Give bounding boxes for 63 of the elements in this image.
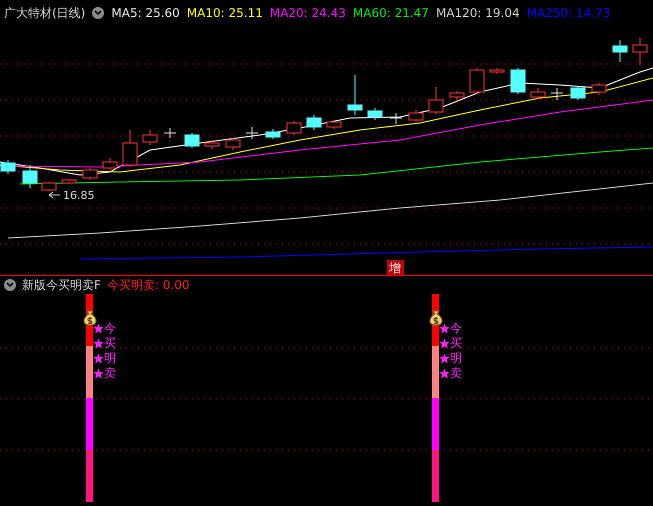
- candlestick: [612, 40, 628, 62]
- candlestick: [348, 74, 362, 116]
- moving-average-value: MA10: 25.11: [186, 6, 263, 20]
- candlestick: [570, 86, 586, 100]
- candlestick: [226, 138, 240, 150]
- candlestick: [368, 108, 382, 120]
- candlestick: [0, 160, 16, 174]
- candlestick: [102, 158, 118, 170]
- candlestick: [22, 164, 38, 188]
- candlestick: [326, 120, 342, 130]
- signal-label: 买: [450, 336, 462, 351]
- signal-label: 今: [104, 321, 116, 336]
- moving-average-value: MA20: 24.43: [270, 6, 346, 20]
- indicator-value: 今买明卖: 0.00: [106, 276, 190, 294]
- low-price-label: 16.85: [63, 189, 94, 202]
- dropdown-icon[interactable]: [92, 7, 104, 19]
- moving-average-value: MA5: 25.60: [111, 6, 180, 20]
- moving-average-value: MA120: 19.04: [436, 6, 520, 20]
- candlestick: [82, 168, 98, 180]
- candlestick: [510, 68, 526, 94]
- candlestick: [286, 120, 302, 136]
- money-bag-icon: [83, 310, 97, 326]
- star-icon: [439, 368, 450, 379]
- stock-title: 广大特材(日线): [4, 4, 86, 22]
- candlestick: [164, 128, 176, 138]
- signal-label: 明: [104, 351, 116, 366]
- star-icon: [93, 323, 104, 334]
- candlestick: [246, 126, 258, 140]
- dropdown-icon[interactable]: [4, 279, 16, 291]
- candlestick: [450, 90, 464, 100]
- candlestick: [184, 132, 200, 148]
- marker-badge: 增: [387, 260, 404, 275]
- candlestick: [470, 68, 484, 94]
- moving-average-value: MA250: 14.73: [526, 6, 610, 20]
- star-icon: [439, 323, 450, 334]
- candlestick: [550, 88, 564, 100]
- candlestick: [530, 88, 546, 100]
- arrow-icon: [48, 192, 60, 198]
- candlestick: [122, 130, 138, 168]
- moving-average-value: MA60: 21.47: [352, 6, 429, 20]
- star-icon: [93, 338, 104, 349]
- money-bag-icon: [429, 310, 443, 326]
- candlestick: [142, 130, 158, 146]
- signal-label: 买: [104, 336, 116, 351]
- candlestick: [306, 114, 322, 130]
- candlestick: [408, 110, 424, 122]
- signal-label: 今: [450, 321, 462, 336]
- candlestick: [592, 82, 606, 96]
- indicator-title: 新版今买明卖F: [22, 276, 101, 294]
- star-icon: [439, 353, 450, 364]
- candlestick: [204, 140, 220, 150]
- candlestick: [42, 182, 56, 192]
- star-icon: [439, 338, 450, 349]
- signal-label: 明: [450, 351, 462, 366]
- candlestick: [428, 86, 444, 114]
- star-icon: [93, 368, 104, 379]
- candlestick: [62, 178, 76, 184]
- candlestick: [266, 128, 280, 140]
- star-icon: [93, 353, 104, 364]
- candlestick: [390, 112, 402, 124]
- signal-label: 卖: [450, 366, 462, 381]
- candlestick: [632, 38, 648, 66]
- signal-label: 卖: [104, 366, 116, 381]
